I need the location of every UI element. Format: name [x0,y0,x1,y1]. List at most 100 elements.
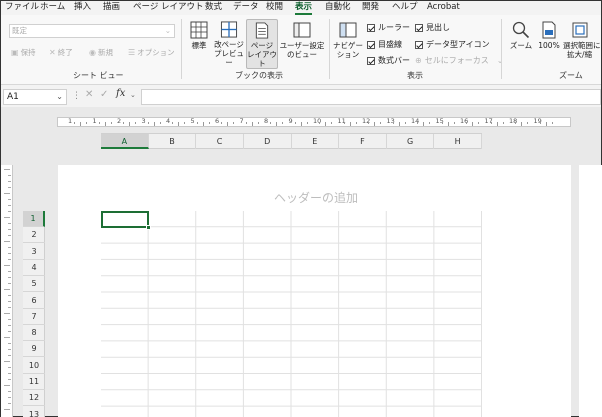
column-header[interactable]: G [387,134,435,149]
row-header[interactable]: 1 [23,211,45,227]
tab-view[interactable]: 表示 [295,2,313,15]
tab-help[interactable]: ヘルプ [392,2,418,13]
sheet-view-options-button[interactable]: ☰ オプション [128,47,175,58]
tab-automate[interactable]: 自動化 [325,2,351,13]
vertical-ruler[interactable] [1,165,13,417]
ruler-tick-mark [325,122,327,126]
zoom-button[interactable]: ズーム [507,21,535,67]
sheet-view-keep-button[interactable]: ▣ 保持 [11,47,36,58]
data-type-icons-checkbox[interactable]: データ型アイコン [415,39,490,50]
cancel-icon[interactable]: ✕ [85,89,93,100]
ruler-tick-mark [349,122,351,126]
row-header[interactable]: 7 [23,309,45,325]
sheet-view-value: 既定 [12,26,27,35]
ruler-tick-mark [245,122,247,124]
ruler-tick-mark [276,122,278,126]
formula-bar-checkbox[interactable]: 数式バー [367,55,410,66]
ruler-tick-mark [221,122,223,124]
tab-data[interactable]: データ [233,2,259,13]
tab-home[interactable]: ホーム [40,2,65,13]
tab-developer[interactable]: 開発 [362,2,379,13]
column-header[interactable]: B [149,134,197,149]
ruler-tick-mark [202,122,204,126]
name-box-value: A1 [7,92,19,102]
ruler-tick-mark [404,122,406,124]
active-cell[interactable] [101,211,149,228]
tab-formulas[interactable]: 数式 [205,2,222,13]
row-header[interactable]: 8 [23,325,45,342]
row-header[interactable]: 3 [23,244,45,260]
tab-review[interactable]: 校閲 [266,2,283,13]
page-layout-view-button[interactable]: ページ レイアウト [246,19,278,69]
enter-check-icon[interactable]: ✓ [100,89,108,100]
ruler-tick-mark [502,122,504,124]
tab-draw[interactable]: 描画 [103,2,120,13]
ruler-tick-label: 1 [68,117,73,125]
ruler-tick-mark [110,122,112,124]
row-header[interactable]: 6 [23,293,45,309]
column-header[interactable]: H [434,134,482,149]
name-box[interactable]: A1 ⌄ [3,89,67,105]
column-header[interactable]: E [292,134,340,149]
ruler-tick-mark [8,295,11,296]
cell-grid[interactable] [101,211,482,417]
gridlines-checkbox[interactable]: 目盛線 [367,39,402,50]
data-type-icons-label: データ型アイコン [426,40,490,49]
ruler-tick-mark [8,229,11,230]
zoom-selection-label-1: 選択範囲に [563,41,601,50]
ruler-tick-mark [8,397,11,398]
custom-views-button[interactable]: ユーザー設定 のビュー [279,21,325,67]
ruler-tick-mark [227,122,229,126]
row-header[interactable]: 4 [23,260,45,276]
show-group-label: 表示 [407,71,423,80]
ruler-tick-mark [159,122,161,124]
row-header[interactable]: 10 [23,358,45,374]
ruler-tick-mark [4,193,10,194]
zoom-to-selection-button[interactable]: 選択範囲に 拡大/縮 [563,21,601,67]
tab-insert[interactable]: 挿入 [74,2,91,13]
sheet-view-new-button[interactable]: ◉ 新規 [89,47,113,58]
page-break-label-2: プレビュー [214,49,244,67]
column-header[interactable]: C [196,134,244,149]
row-header[interactable]: 11 [23,374,45,390]
fill-handle[interactable] [146,225,151,230]
formula-input[interactable] [141,89,601,105]
ruler-tick-mark [135,122,137,124]
row-header[interactable]: 2 [23,227,45,244]
checkbox-checked [415,40,423,49]
chevron-down-icon: ⌄ [164,26,171,35]
headings-checkbox[interactable]: 見出し [415,22,450,33]
row-header[interactable]: 5 [23,276,45,293]
horizontal-ruler[interactable]: 1 1 2 3 4 5 6 7 8 9 10 11 12 13 14 15 16 17 18 19 [57,117,571,127]
zoom-100-button[interactable]: 100% [536,21,562,67]
sheet-view-select[interactable]: 既定 ⌄ [9,24,175,38]
ruler-tick-mark [282,122,284,124]
tab-page-layout[interactable]: ページ レイアウト [133,2,204,13]
sheet-view-exit-button[interactable]: ✕ 終了 [49,47,73,58]
ruler-tick-mark [8,367,11,368]
normal-view-button[interactable]: 標準 [185,21,213,67]
navigation-button[interactable]: ナビゲー ション [333,21,363,67]
row-header[interactable]: 9 [23,341,45,358]
sheet-view-options-label: オプション [137,48,175,57]
custom-views-label-2: のビュー [287,50,317,59]
column-header[interactable]: D [244,134,292,149]
ruler-tick-mark [8,253,11,254]
add-header-placeholder[interactable]: ヘッダーの追加 [251,189,381,206]
ruler-checkbox[interactable]: ルーラー [367,22,410,33]
page-break-preview-button[interactable]: 改ページ プレビュー [213,21,245,67]
row-header[interactable]: 12 [23,390,45,407]
ruler-tick-mark [8,235,11,236]
ruler-tick-mark [8,331,11,332]
column-header[interactable]: A [101,134,149,149]
column-header[interactable]: F [339,134,387,149]
ruler-tick-mark [551,122,553,124]
navigation-label-1: ナビゲー [333,41,363,50]
tab-acrobat[interactable]: Acrobat [427,2,460,13]
ruler-tick-label: 2 [117,117,122,125]
row-header[interactable]: 13 [23,407,45,417]
focus-cell-button[interactable]: ⊕ セルにフォーカス ⌄ [415,55,503,66]
tab-file[interactable]: ファイル [5,2,39,13]
ruler-tick-mark [8,181,11,182]
insert-function-button[interactable]: fx [116,88,125,99]
